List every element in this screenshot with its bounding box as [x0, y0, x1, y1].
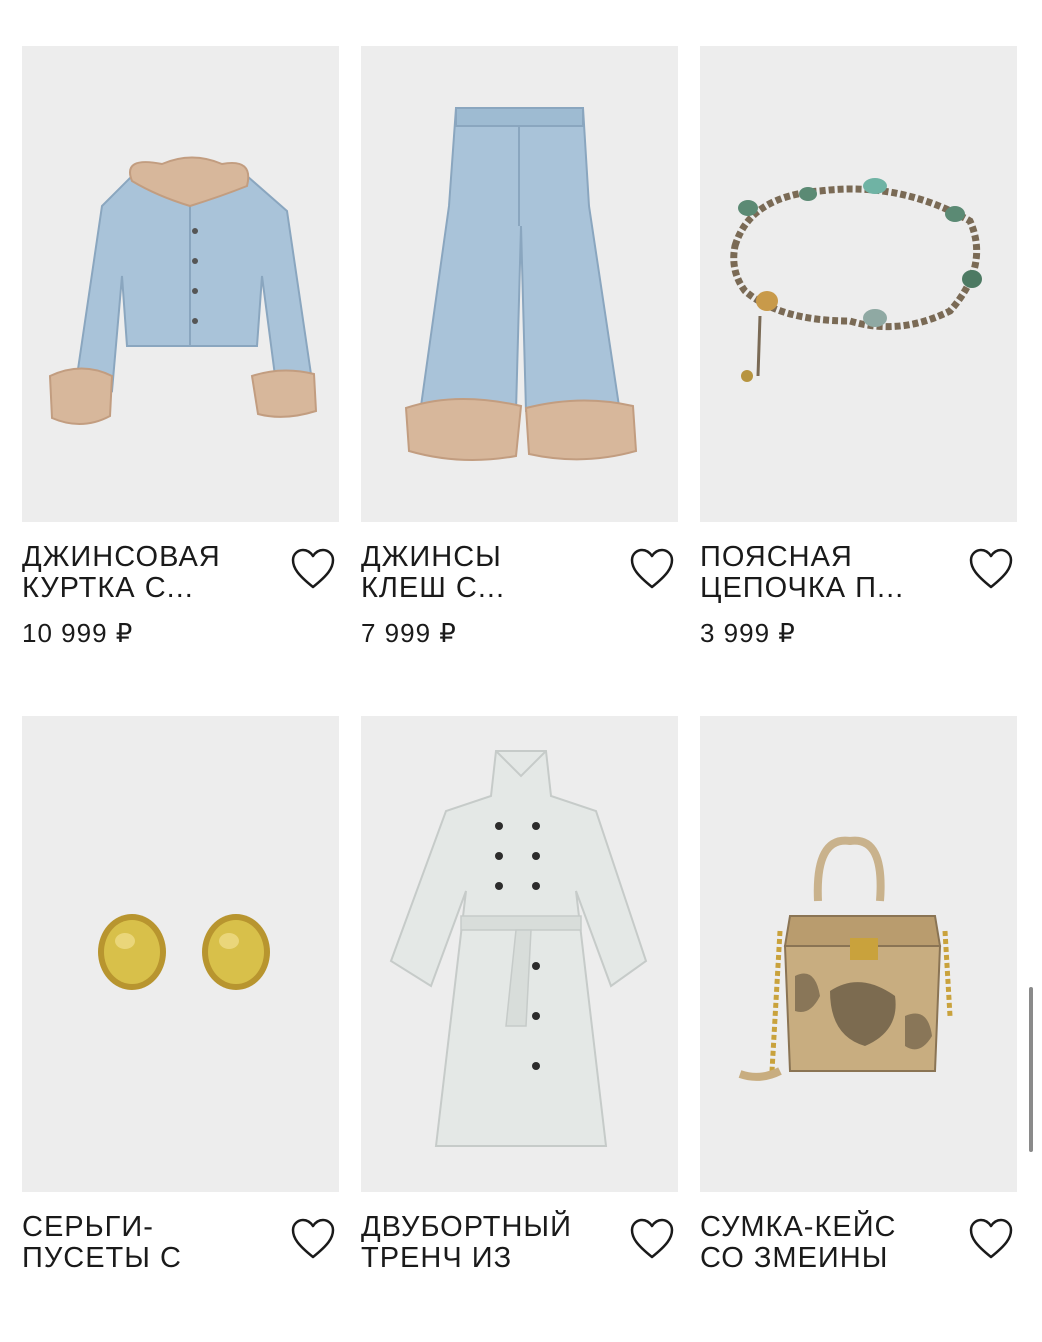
product-title[interactable]: ДЖИНСЫ КЛЕШ С...: [361, 542, 606, 604]
heart-outline-icon: [630, 1218, 674, 1259]
trench-coat-image: [389, 750, 648, 1147]
product-card[interactable]: ДВУБОРТНЫЙ ТРЕНЧ ИЗ: [361, 716, 678, 1342]
product-card[interactable]: ПОЯСНАЯ ЦЕПОЧКА П... 3 999 ₽: [700, 46, 1017, 672]
heart-outline-icon: [969, 1218, 1013, 1259]
product-info: СУМКА-КЕЙС СО ЗМЕИНЫ: [700, 1192, 1017, 1342]
product-info: ПОЯСНАЯ ЦЕПОЧКА П... 3 999 ₽: [700, 522, 1017, 672]
favorite-button[interactable]: [290, 1217, 336, 1261]
product-info: ДЖИНСЫ КЛЕШ С... 7 999 ₽: [361, 522, 678, 672]
favorite-button[interactable]: [629, 547, 675, 591]
heart-outline-icon: [630, 548, 674, 589]
product-info: ДЖИНСОВАЯ КУРТКА С... 10 999 ₽: [22, 522, 339, 672]
product-price: 10 999 ₽: [22, 618, 134, 648]
vertical-scrollbar[interactable]: [1029, 987, 1033, 1152]
product-image-stud-earrings[interactable]: [22, 716, 339, 1192]
product-title[interactable]: ПОЯСНАЯ ЦЕПОЧКА П...: [700, 542, 945, 604]
favorite-button[interactable]: [629, 1217, 675, 1261]
product-card[interactable]: ДЖИНСЫ КЛЕШ С... 7 999 ₽: [361, 46, 678, 672]
chain-belt-image: [730, 178, 982, 382]
product-image-denim-jacket[interactable]: [22, 46, 339, 522]
heart-outline-icon: [291, 1218, 335, 1259]
product-price: 3 999 ₽: [700, 618, 796, 648]
product-image-chain-belt[interactable]: [700, 46, 1017, 522]
product-card[interactable]: СУМКА-КЕЙС СО ЗМЕИНЫ: [700, 716, 1017, 1342]
heart-outline-icon: [969, 548, 1013, 589]
heart-outline-icon: [291, 548, 335, 589]
product-title[interactable]: ДВУБОРТНЫЙ ТРЕНЧ ИЗ: [361, 1212, 606, 1274]
product-info: ДВУБОРТНЫЙ ТРЕНЧ ИЗ: [361, 1192, 678, 1342]
product-info: СЕРЬГИ- ПУСЕТЫ С: [22, 1192, 339, 1342]
flare-jeans-image: [404, 107, 638, 461]
product-image-trench-coat[interactable]: [361, 716, 678, 1192]
product-image-flare-jeans[interactable]: [361, 46, 678, 522]
favorite-button[interactable]: [968, 547, 1014, 591]
product-title[interactable]: СУМКА-КЕЙС СО ЗМЕИНЫ: [700, 1212, 945, 1274]
stud-earrings-image: [98, 914, 270, 990]
favorite-button[interactable]: [968, 1217, 1014, 1261]
product-title[interactable]: СЕРЬГИ- ПУСЕТЫ С: [22, 1212, 267, 1274]
favorite-button[interactable]: [290, 547, 336, 591]
product-title[interactable]: ДЖИНСОВАЯ КУРТКА С...: [22, 542, 267, 604]
product-card[interactable]: ДЖИНСОВАЯ КУРТКА С... 10 999 ₽: [22, 46, 339, 672]
product-card[interactable]: СЕРЬГИ- ПУСЕТЫ С: [22, 716, 339, 1342]
product-image-snake-case-bag[interactable]: [700, 716, 1017, 1192]
product-price: 7 999 ₽: [361, 618, 457, 648]
snake-case-bag-image: [738, 836, 953, 1081]
denim-jacket-image: [48, 156, 318, 425]
